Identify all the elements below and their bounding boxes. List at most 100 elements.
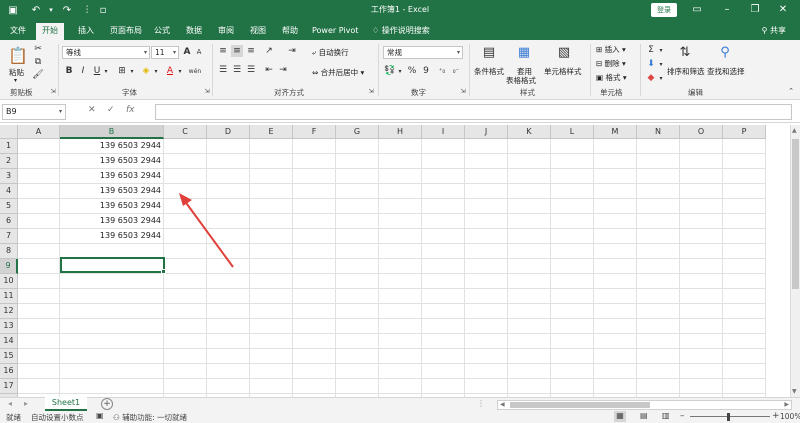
font-size-select[interactable]: 11 ▾ (151, 46, 179, 59)
normal-view-icon[interactable]: ▦ (614, 411, 626, 422)
autosum-dropdown-icon[interactable]: ▾ (657, 44, 665, 56)
macro-record-icon[interactable]: ▣ (96, 411, 104, 420)
underline-icon[interactable]: U (92, 65, 102, 77)
alignment-launcher-icon[interactable]: ⇲ (367, 87, 375, 95)
number-launcher-icon[interactable]: ⇲ (459, 87, 467, 95)
top-align-icon[interactable]: ≡ (217, 45, 229, 57)
fill-dropdown-icon[interactable]: ▾ (657, 58, 665, 70)
decrease-decimal-icon[interactable]: ₀⁻ (450, 65, 462, 77)
bold-icon[interactable]: B (64, 65, 74, 77)
font-color-dropdown-icon[interactable]: ▾ (176, 65, 184, 77)
cell-styles-button[interactable]: 单元格样式 (544, 66, 582, 77)
align-right-icon[interactable]: ☰ (245, 64, 257, 76)
scroll-left-icon[interactable]: ◀ (500, 401, 505, 408)
sort-filter-button[interactable]: 排序和筛选 (667, 66, 705, 77)
borders-dropdown-icon[interactable]: ▾ (128, 65, 136, 77)
close-icon[interactable]: ✕ (774, 2, 792, 18)
orientation-icon[interactable]: ↗ (263, 45, 275, 57)
find-select-button[interactable]: 查找和选择 (707, 66, 745, 77)
tab-formulas[interactable]: 公式 (148, 23, 176, 40)
paste-icon[interactable]: 📋 (8, 44, 28, 66)
zoom-slider[interactable] (690, 416, 770, 417)
clipboard-launcher-icon[interactable]: ⇲ (49, 87, 57, 95)
format-painter-icon[interactable]: 🖌 (32, 69, 44, 81)
share-button[interactable]: ⚲ 共享 (762, 25, 786, 36)
sort-filter-icon[interactable]: ⇅ (676, 43, 694, 61)
underline-dropdown-icon[interactable]: ▾ (102, 65, 110, 77)
zoom-slider-thumb[interactable] (727, 413, 730, 421)
fill-color-icon[interactable]: ◈ (140, 65, 152, 77)
worksheet-grid[interactable]: ABCDEFGHIJKLMNOP 1 2 3 4 5 6 7 8 9 10 11 12 13 14 15 16… (0, 125, 790, 397)
tab-insert[interactable]: 插入 (72, 23, 100, 40)
tab-power-pivot[interactable]: Power Pivot (306, 23, 364, 40)
clear-icon[interactable]: ◆ (645, 72, 657, 84)
phonetic-icon[interactable]: wén (188, 65, 202, 77)
tab-page-layout[interactable]: 页面布局 (104, 23, 148, 40)
bottom-align-icon[interactable]: ≡ (245, 45, 257, 57)
scroll-up-icon[interactable]: ▲ (792, 127, 797, 134)
horizontal-scroll-thumb[interactable] (510, 402, 650, 408)
tab-view[interactable]: 视图 (244, 23, 272, 40)
ribbon-options-icon[interactable]: ▭ (688, 2, 706, 18)
enter-icon[interactable]: ✓ (107, 105, 115, 115)
conditional-format-icon[interactable]: ▤ (480, 43, 498, 61)
align-center-icon[interactable]: ☰ (231, 64, 243, 76)
copy-icon[interactable]: ⧉ (32, 56, 44, 68)
conditional-format-button[interactable]: 条件格式 (474, 66, 504, 77)
middle-align-icon[interactable]: ≡ (231, 45, 243, 57)
search-tab[interactable]: ♢ 操作说明搜索 (366, 23, 436, 40)
page-break-view-icon[interactable]: ▥ (662, 411, 670, 420)
format-table-icon[interactable]: ▦ (515, 43, 533, 61)
login-button[interactable]: 登录 (651, 3, 677, 17)
find-select-icon[interactable]: ⚲ (716, 43, 734, 61)
borders-icon[interactable]: ⊞ (116, 65, 128, 77)
font-color-icon[interactable]: A (164, 65, 176, 77)
fill-icon[interactable]: ⬇ (645, 58, 657, 70)
increase-decimal-icon[interactable]: ⁺₀ (436, 65, 448, 77)
format-table-button[interactable]: 表格格式 (506, 75, 536, 86)
autosum-icon[interactable]: Σ (645, 44, 657, 56)
cut-icon[interactable]: ✂ (32, 43, 44, 55)
sheet-options-icon[interactable]: ⋮ (477, 399, 485, 408)
insert-cells-button[interactable]: ⊞ 插入 ▾ (596, 44, 626, 55)
decrease-indent-icon[interactable]: ⇤ (263, 64, 275, 76)
tab-help[interactable]: 帮助 (276, 23, 304, 40)
fill-dropdown-icon[interactable]: ▾ (152, 65, 160, 77)
font-launcher-icon[interactable]: ⇲ (203, 87, 211, 95)
name-box[interactable]: B9 ▾ (2, 104, 66, 120)
wrap-text-button[interactable]: ⤶ 自动换行 (312, 47, 349, 58)
comma-style-icon[interactable]: 9 (420, 65, 432, 77)
align-left-icon[interactable]: ☰ (217, 64, 229, 76)
add-sheet-icon[interactable]: + (101, 398, 113, 410)
currency-dropdown-icon[interactable]: ▾ (396, 65, 404, 77)
grow-font-icon[interactable]: A (182, 46, 192, 58)
merge-center-button[interactable]: ⇔ 合并后居中 ▾ (312, 67, 364, 78)
scroll-sheet-left-icon[interactable]: ◂ (8, 399, 12, 408)
number-format-select[interactable]: 常规 ▾ (383, 46, 463, 59)
zoom-level[interactable]: 100% (780, 412, 800, 421)
tab-review[interactable]: 审阅 (212, 23, 240, 40)
zoom-in-icon[interactable]: + (772, 411, 780, 421)
tab-file[interactable]: 文件 (4, 23, 32, 40)
italic-icon[interactable]: I (78, 65, 88, 77)
page-layout-view-icon[interactable]: ▤ (640, 411, 648, 420)
percent-icon[interactable]: % (406, 65, 418, 77)
sheet-tab-sheet1[interactable]: Sheet1 (45, 397, 87, 411)
maximize-icon[interactable]: ❐ (746, 2, 764, 18)
minimize-icon[interactable]: – (718, 2, 736, 18)
format-cells-button[interactable]: ▣ 格式 ▾ (596, 72, 627, 83)
collapse-ribbon-icon[interactable]: ⌃ (786, 87, 796, 95)
cell-styles-icon[interactable]: ▧ (555, 43, 573, 61)
shrink-font-icon[interactable]: A (194, 46, 204, 58)
currency-icon[interactable]: 💱 (384, 65, 396, 77)
insert-function-icon[interactable]: fx (126, 105, 135, 115)
accessibility-status[interactable]: ⚇ 辅助功能: 一切就绪 (113, 412, 187, 423)
scroll-sheet-right-icon[interactable]: ▸ (24, 399, 28, 408)
zoom-out-icon[interactable]: – (680, 411, 685, 421)
scroll-down-icon[interactable]: ▼ (792, 388, 797, 395)
vertical-scroll-thumb[interactable] (792, 139, 799, 289)
font-name-select[interactable]: 等线 ▾ (62, 46, 150, 59)
indent-icon[interactable]: ⇥ (286, 45, 298, 57)
delete-cells-button[interactable]: ⊟ 删除 ▾ (596, 58, 626, 69)
scroll-right-icon[interactable]: ▶ (784, 401, 789, 408)
